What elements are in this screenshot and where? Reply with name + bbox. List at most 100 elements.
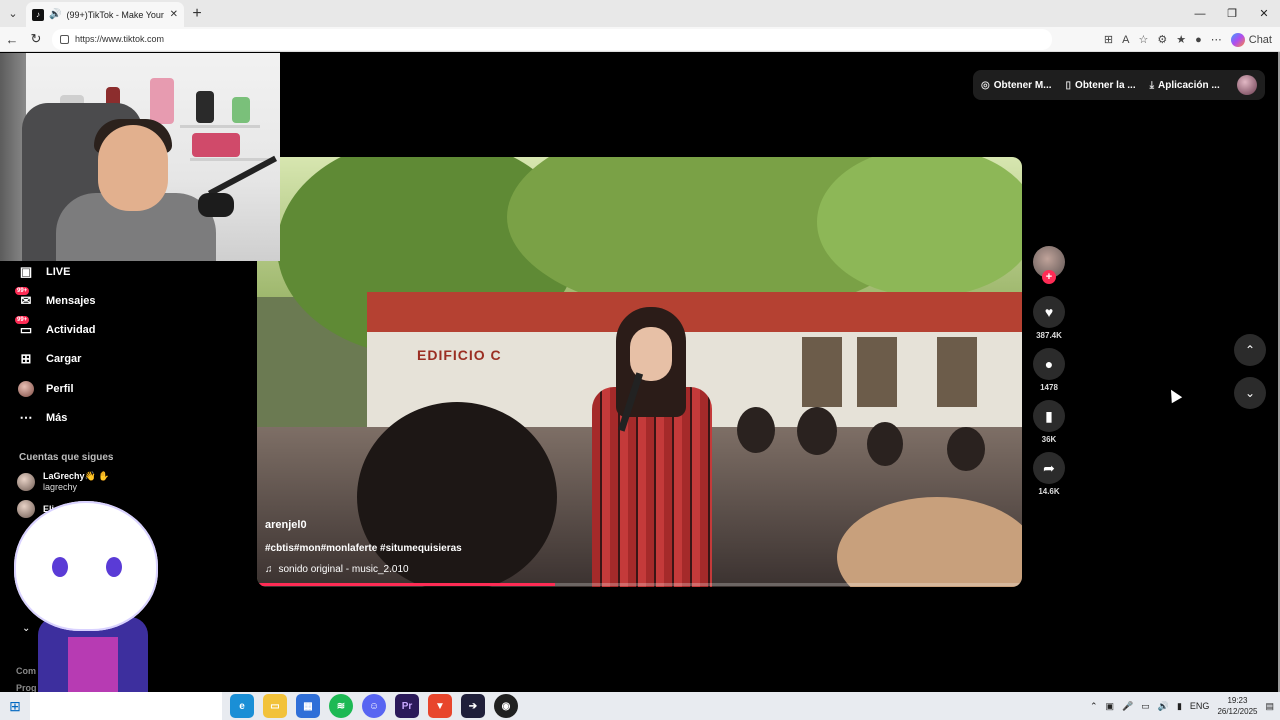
- activity-icon: ▭ 99+: [15, 316, 33, 337]
- sidebar-item-messages[interactable]: ✉ 99+ Mensajes: [15, 287, 96, 309]
- desktop-app-button[interactable]: ⤓ Aplicación ...: [1150, 80, 1220, 91]
- address-bar[interactable]: https://www.tiktok.com: [52, 28, 1052, 50]
- profile-icon[interactable]: ●: [1195, 34, 1202, 46]
- copilot-chat-button[interactable]: Chat: [1230, 32, 1272, 47]
- follow-plus-icon[interactable]: +: [1042, 270, 1056, 284]
- discord-icon[interactable]: ☺: [362, 694, 386, 718]
- sidebar-item-activity[interactable]: ▭ 99+ Actividad: [15, 316, 96, 338]
- music-note-icon: ♫: [265, 564, 273, 575]
- previous-video-button[interactable]: ⌃: [1234, 334, 1266, 366]
- edge-icon[interactable]: e: [230, 694, 254, 718]
- tray-expand-icon[interactable]: ⌃: [1090, 701, 1098, 712]
- notifications-icon[interactable]: ▤: [1265, 701, 1274, 712]
- video-sound[interactable]: ♫ sonido original - music_2.010: [265, 564, 409, 575]
- video-progress-bar[interactable]: [257, 583, 1022, 586]
- sidebar-item-profile[interactable]: Perfil: [18, 381, 74, 397]
- video-scene-singer: [592, 307, 712, 587]
- sidebar-item-label: LIVE: [46, 266, 71, 278]
- share-count: 14.6K: [1038, 487, 1060, 496]
- language-indicator[interactable]: ENG: [1190, 701, 1210, 711]
- browser-tab-tiktok[interactable]: ♪ 🔊 (99+)TikTok - Make Your Day ✕: [26, 1, 184, 28]
- comment-count: 1478: [1040, 383, 1058, 392]
- message-icon: ✉ 99+: [15, 287, 32, 308]
- close-window-icon[interactable]: ✕: [1248, 0, 1280, 27]
- tiktok-favicon-icon: ♪: [32, 8, 44, 21]
- video-player[interactable]: EDIFICIO C arenjel0 #cbtis#mon#monlafert…: [257, 157, 1022, 587]
- bookmark-icon: ▮: [1033, 400, 1065, 432]
- video-scene-window: [937, 337, 977, 407]
- like-button[interactable]: ♥ 387.4K: [1033, 296, 1065, 340]
- video-scene-head: [867, 422, 903, 466]
- close-tab-icon[interactable]: ✕: [170, 9, 178, 20]
- url-text: https://www.tiktok.com: [75, 34, 165, 44]
- tray-app-icon[interactable]: ▣: [1106, 701, 1115, 712]
- sidebar-item-live[interactable]: ▣ LIVE: [18, 264, 71, 280]
- taskbar-apps: e ▭ ▦ ≋ ☺ Pr ▼ ➔ ◉: [230, 694, 518, 718]
- sidebar-item-label: Cargar: [46, 353, 82, 365]
- desktop-app-label: Aplicación ...: [1158, 79, 1220, 91]
- browser-toolbar: ← ↻ https://www.tiktok.com ⊞ A ☆ ⚙ ★ ● ⋯…: [0, 27, 1280, 52]
- minimize-icon[interactable]: —: [1184, 0, 1216, 27]
- network-icon[interactable]: ▭: [1141, 701, 1150, 712]
- save-button[interactable]: ▮ 36K: [1033, 400, 1065, 444]
- favorites-icon[interactable]: ★: [1176, 33, 1186, 46]
- store-icon[interactable]: ▦: [296, 694, 320, 718]
- sidebar-item-more[interactable]: ⋯ Más: [18, 410, 68, 426]
- back-button[interactable]: ←: [0, 27, 24, 51]
- more-icon: ⋯: [19, 410, 33, 425]
- video-description[interactable]: #cbtis#mon#monlaferte #situmequisieras: [265, 543, 462, 554]
- translate-icon[interactable]: A: [1122, 34, 1129, 46]
- clock[interactable]: 19:23 26/12/2025: [1217, 695, 1257, 717]
- get-app-label: Obtener la ...: [1075, 79, 1136, 91]
- taskbar-search[interactable]: [30, 692, 222, 720]
- video-scene-head: [947, 427, 985, 471]
- tab-actions-chevron-icon[interactable]: ⌄: [0, 0, 26, 27]
- upload-icon: ⊞: [20, 351, 32, 366]
- account-avatar: [17, 473, 35, 491]
- more-options-icon[interactable]: ⋯: [1211, 33, 1222, 46]
- clock-date: 26/12/2025: [1217, 707, 1258, 716]
- volume-icon[interactable]: 🔊: [1158, 701, 1169, 712]
- comment-button[interactable]: ● 1478: [1033, 348, 1065, 392]
- account-username: lagrechy: [43, 482, 78, 492]
- windows-taskbar: ⊞ e ▭ ▦ ≋ ☺ Pr ▼ ➔ ◉ ⌃ ▣ 🎤 ▭ 🔊 ▮ ENG 19:…: [0, 692, 1280, 720]
- refresh-button[interactable]: ↻: [24, 27, 48, 51]
- new-tab-button[interactable]: +: [184, 5, 210, 23]
- site-info-icon[interactable]: [60, 34, 69, 44]
- obs-icon[interactable]: ◉: [494, 694, 518, 718]
- toolbar-icons: ⊞ A ☆ ⚙ ★ ● ⋯ Chat: [1104, 27, 1280, 52]
- speaker-icon[interactable]: 🔊: [49, 9, 61, 20]
- extensions-icon[interactable]: ⚙: [1157, 33, 1167, 46]
- favorite-star-icon[interactable]: ☆: [1138, 33, 1148, 46]
- tab-title: (99+)TikTok - Make Your Day: [66, 9, 164, 20]
- video-author[interactable]: arenjel0: [265, 519, 307, 531]
- coin-icon: ◎: [981, 79, 990, 91]
- app-available-icon[interactable]: ⊞: [1104, 33, 1113, 46]
- brave-icon[interactable]: ▼: [428, 694, 452, 718]
- sidebar-item-label: Más: [46, 412, 68, 424]
- activity-badge: 99+: [15, 316, 30, 324]
- get-app-button[interactable]: ▯ Obtener la ...: [1066, 80, 1136, 91]
- webcam-overlay: [0, 53, 280, 261]
- app-arrow-icon[interactable]: ➔: [461, 694, 485, 718]
- user-avatar[interactable]: [1237, 75, 1257, 95]
- following-account-item[interactable]: LaGrechy👋 ✋ lagrechy: [17, 471, 109, 493]
- sidebar-item-upload[interactable]: ⊞ Cargar: [18, 351, 82, 367]
- windows-start-icon[interactable]: ⊞: [0, 692, 30, 720]
- video-scene-head: [737, 407, 775, 453]
- heart-icon: ♥: [1033, 296, 1065, 328]
- download-icon: ⤓: [1149, 79, 1155, 91]
- premiere-icon[interactable]: Pr: [395, 694, 419, 718]
- sidebar-item-label: Actividad: [46, 324, 96, 336]
- maximize-icon[interactable]: ❐: [1216, 0, 1248, 27]
- get-coins-button[interactable]: ◎ Obtener M...: [981, 80, 1052, 91]
- video-scene-sign: EDIFICIO C: [417, 347, 502, 363]
- file-explorer-icon[interactable]: ▭: [263, 694, 287, 718]
- next-video-button[interactable]: ⌄: [1234, 377, 1266, 409]
- spotify-icon[interactable]: ≋: [329, 694, 353, 718]
- battery-icon[interactable]: ▮: [1177, 701, 1182, 712]
- microphone-icon[interactable]: 🎤: [1122, 701, 1133, 712]
- share-button[interactable]: ➦ 14.6K: [1033, 452, 1065, 496]
- video-scene-window: [857, 337, 897, 407]
- top-actions-bar: ◎ Obtener M... ▯ Obtener la ... ⤓ Aplicació…: [973, 70, 1265, 100]
